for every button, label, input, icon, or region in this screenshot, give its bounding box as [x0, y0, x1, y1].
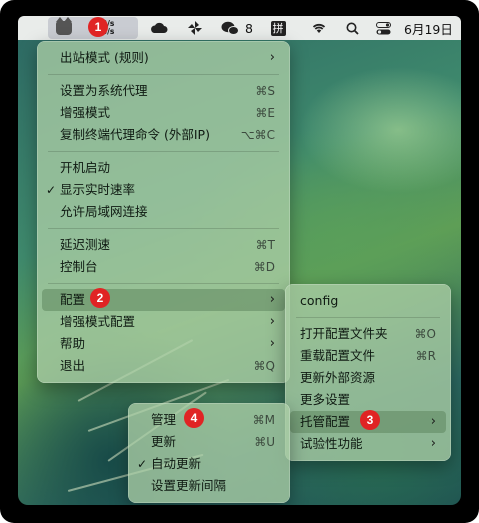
step-badge-2: 2	[90, 288, 110, 308]
menu-item-set-system-proxy[interactable]: 设置为系统代理 ⌘S	[42, 80, 285, 102]
menu-item-label: 控制台	[60, 259, 98, 274]
menu-item-label: 退出	[60, 358, 86, 373]
menu-separator	[48, 151, 279, 152]
submenu-arrow-icon: ›	[269, 292, 275, 307]
wifi-icon[interactable]	[306, 16, 332, 40]
submenu-arrow-icon: ›	[430, 414, 436, 429]
checkmark-icon: ✓	[46, 183, 57, 197]
menu-item-label: 帮助	[60, 336, 86, 351]
checkmark-icon: ✓	[137, 457, 148, 471]
menu-item-dashboard[interactable]: 控制台 ⌘D	[42, 256, 285, 278]
submenu-arrow-icon: ›	[269, 336, 275, 351]
menu-shortcut: ⌘T	[255, 238, 275, 252]
screen: KB/s KB/s 8 拼 6月19日 1 2 3 4	[0, 0, 479, 523]
step-badge-1: 1	[88, 17, 108, 37]
menu-item-help[interactable]: 帮助 ›	[42, 333, 285, 355]
menu-shortcut: ⌘M	[252, 413, 275, 427]
menu-shortcut: ⌘Q	[253, 359, 275, 373]
wechat-status-item[interactable]: 8	[216, 16, 258, 40]
menu-item-label: 配置	[60, 292, 86, 307]
menu-separator	[296, 317, 440, 318]
managed-config-submenu: 管理 ⌘M 更新 ⌘U ✓ 自动更新 设置更新间隔	[128, 403, 290, 503]
submenu-arrow-icon: ›	[269, 50, 275, 65]
menu-item-label: 延迟测速	[60, 237, 111, 252]
menu-item-allow-lan[interactable]: 允许局域网连接	[42, 201, 285, 223]
menu-item-label: 打开配置文件夹	[300, 326, 388, 341]
menu-shortcut: ⌥⌘C	[240, 128, 275, 142]
cloud-icon[interactable]	[146, 16, 172, 40]
menu-shortcut: ⌘R	[415, 349, 436, 363]
menu-item-config[interactable]: 配置 ›	[42, 289, 285, 311]
submenu-arrow-icon: ›	[430, 436, 436, 451]
menu-item-update-external-resources[interactable]: 更新外部资源	[290, 367, 446, 389]
menu-item-more-settings[interactable]: 更多设置	[290, 389, 446, 411]
menu-item-current-config[interactable]: config	[290, 290, 446, 312]
wechat-count: 8	[245, 20, 253, 36]
menu-item-show-speed[interactable]: ✓ 显示实时速率	[42, 179, 285, 201]
menu-item-label: 开机启动	[60, 160, 111, 175]
spotlight-search-icon[interactable]	[340, 16, 364, 40]
clashx-menu: 出站模式 (规则) › 设置为系统代理 ⌘S 增强模式 ⌘E 复制终端代理命令 …	[37, 41, 290, 383]
menu-item-outbound-mode[interactable]: 出站模式 (规则) ›	[42, 47, 285, 69]
menu-shortcut: ⌘S	[255, 84, 275, 98]
menu-item-update[interactable]: 更新 ⌘U	[133, 431, 285, 453]
menu-item-open-config-folder[interactable]: 打开配置文件夹 ⌘O	[290, 323, 446, 345]
menu-item-label: 托管配置	[300, 414, 351, 429]
menu-item-label: 设置为系统代理	[60, 83, 148, 98]
menu-item-label: 允许局域网连接	[60, 204, 148, 219]
step-badge-4: 4	[184, 408, 204, 428]
cat-icon	[56, 17, 72, 35]
menu-item-auto-update[interactable]: ✓ 自动更新	[133, 453, 285, 475]
menu-item-label: 试验性功能	[300, 436, 363, 451]
menu-item-label: 显示实时速率	[60, 182, 136, 197]
menu-shortcut: ⌘D	[253, 260, 275, 274]
menu-item-label: 自动更新	[151, 456, 202, 471]
menu-shortcut: ⌘E	[255, 106, 275, 120]
input-method-label: 拼	[270, 20, 286, 36]
menu-item-label: 更新	[151, 434, 177, 449]
menu-item-label: 增强模式	[60, 105, 111, 120]
menu-item-label: config	[300, 293, 339, 308]
menu-item-enhanced-mode[interactable]: 增强模式 ⌘E	[42, 102, 285, 124]
menu-item-label: 管理	[151, 412, 177, 427]
menu-item-label: 更新外部资源	[300, 370, 376, 385]
menu-separator	[48, 283, 279, 284]
menu-item-copy-terminal-command[interactable]: 复制终端代理命令 (外部IP) ⌥⌘C	[42, 124, 285, 146]
menu-item-label: 重载配置文件	[300, 348, 376, 363]
menu-separator	[48, 74, 279, 75]
config-submenu: config 打开配置文件夹 ⌘O 重载配置文件 ⌘R 更新外部资源 更多设置 …	[285, 284, 451, 461]
menu-item-manage[interactable]: 管理 ⌘M	[133, 409, 285, 431]
menu-bar: KB/s KB/s 8 拼 6月19日	[18, 16, 461, 40]
menu-item-reload-config[interactable]: 重载配置文件 ⌘R	[290, 345, 446, 367]
menu-separator	[48, 228, 279, 229]
menu-item-label: 复制终端代理命令 (外部IP)	[60, 127, 210, 142]
control-center-icon[interactable]	[370, 16, 396, 40]
input-method-indicator[interactable]: 拼	[266, 16, 290, 40]
wechat-icon	[221, 21, 240, 35]
menu-item-label: 出站模式 (规则)	[60, 50, 149, 65]
menu-item-label: 设置更新间隔	[151, 478, 227, 493]
submenu-arrow-icon: ›	[269, 314, 275, 329]
menu-item-label: 增强模式配置	[60, 314, 136, 329]
menu-item-update-interval[interactable]: 设置更新间隔	[133, 475, 285, 497]
menu-item-experimental[interactable]: 试验性功能 ›	[290, 433, 446, 455]
menu-item-enhanced-config[interactable]: 增强模式配置 ›	[42, 311, 285, 333]
menu-shortcut: ⌘U	[254, 435, 275, 449]
menu-item-label: 更多设置	[300, 392, 351, 407]
menu-item-latency-test[interactable]: 延迟测速 ⌘T	[42, 234, 285, 256]
step-badge-3: 3	[360, 410, 380, 430]
menu-item-quit[interactable]: 退出 ⌘Q	[42, 355, 285, 377]
menubar-clock[interactable]: 6月19日	[404, 16, 461, 40]
menu-item-launch-at-login[interactable]: 开机启动	[42, 157, 285, 179]
pinwheel-icon[interactable]	[182, 16, 208, 40]
menu-shortcut: ⌘O	[414, 327, 436, 341]
